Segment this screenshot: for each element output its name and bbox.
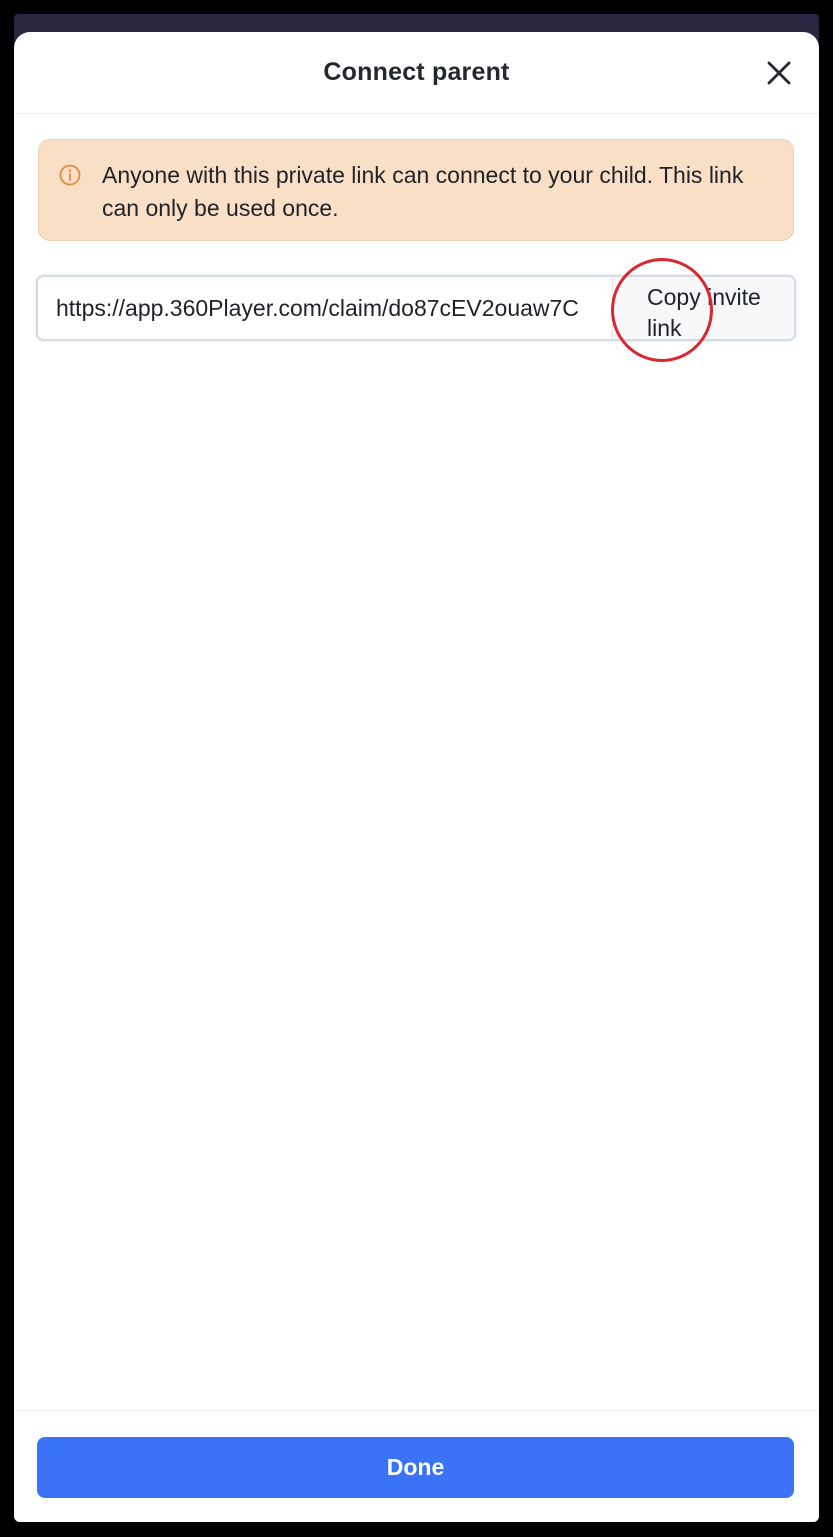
done-button[interactable]: Done [37,1437,794,1498]
dialog-title: Connect parent [323,58,510,86]
warning-alert: Anyone with this private link can connec… [38,139,794,241]
invite-link-input[interactable] [38,277,612,339]
close-icon [767,61,791,85]
connect-parent-dialog: Connect parent Anyone with this private … [14,32,819,1522]
close-button[interactable] [762,56,796,90]
screen: Connect parent Anyone with this private … [0,0,833,1537]
info-circle-icon [59,164,81,186]
dialog-footer: Done [14,1410,819,1522]
copy-invite-link-button[interactable]: Copy invite link [612,277,794,339]
dialog-header: Connect parent [14,32,819,114]
invite-link-group: Copy invite link [36,275,796,341]
alert-message: Anyone with this private link can connec… [102,162,744,221]
